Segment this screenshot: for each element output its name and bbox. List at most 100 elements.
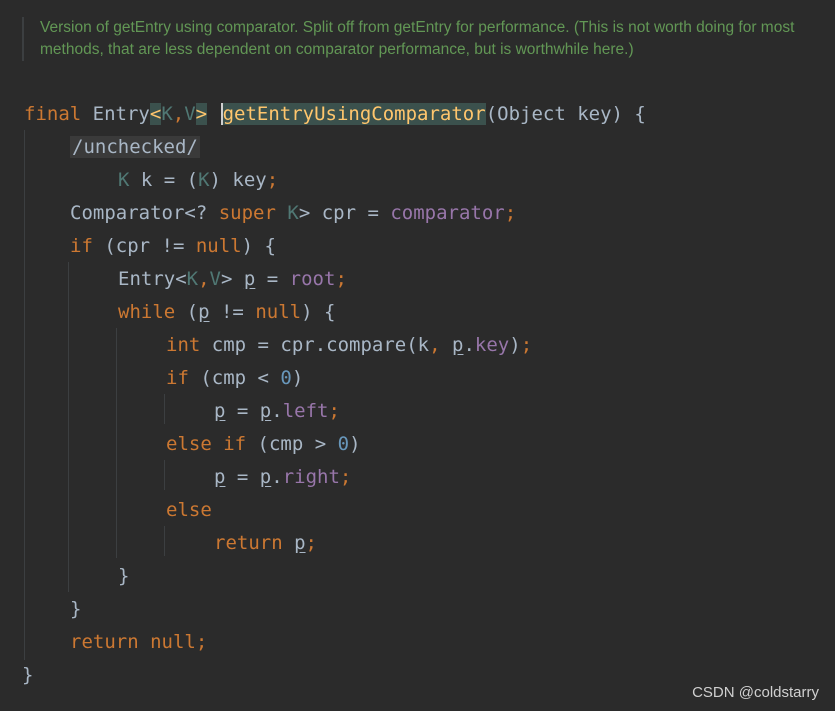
code-text: cmp = cpr.compare(k <box>200 334 430 356</box>
variable-p: p <box>259 466 272 488</box>
code-text: ) { <box>241 235 276 257</box>
variable-p: p <box>452 334 464 356</box>
keyword-if: if <box>166 367 189 389</box>
closing-brace: } <box>118 565 130 587</box>
variable-p: p <box>294 532 306 554</box>
semicolon: ; <box>339 466 352 488</box>
comma: , <box>429 334 441 356</box>
semicolon: ; <box>504 202 517 224</box>
variable-p: p <box>259 400 272 422</box>
semicolon: ; <box>266 169 279 191</box>
field-comparator: comparator <box>390 202 505 224</box>
variable-p: p <box>243 268 256 290</box>
code-line-16: } <box>70 593 81 626</box>
code-text: ) key <box>209 169 267 191</box>
code-text: = <box>225 400 260 422</box>
code-line-13: else <box>166 494 212 527</box>
type-param-k: K <box>118 169 130 191</box>
keyword-if: if <box>223 433 247 455</box>
type-param-v: V <box>209 268 221 290</box>
keyword-return: return <box>214 532 283 554</box>
semicolon: ; <box>195 631 208 653</box>
type-param-k: K <box>161 103 173 125</box>
dot: . <box>271 466 283 488</box>
field-left: left <box>282 400 329 422</box>
code-line-17: return null; <box>70 626 207 659</box>
code-text: (cmp > <box>246 433 338 455</box>
type-param-k: K <box>186 268 199 290</box>
code-line-12: p = p.right; <box>214 461 351 494</box>
code-line-4: Comparator<? super K> cpr = comparator; <box>70 197 516 230</box>
semicolon: ; <box>335 268 347 290</box>
number-zero: 0 <box>337 433 350 455</box>
code-text: = <box>255 268 290 290</box>
type-param-v: V <box>184 103 196 125</box>
code-text: ) <box>509 334 521 356</box>
code-line-9: if (cmp < 0) <box>166 362 303 395</box>
variable-p: p <box>214 400 226 422</box>
indent-guide <box>24 130 25 660</box>
keyword-null: null <box>255 301 302 323</box>
code-line-5: if (cpr != null) { <box>70 230 276 263</box>
watermark: CSDN @coldstarry <box>692 684 819 701</box>
code-line-3: K k = (K) key; <box>118 164 278 197</box>
keyword-null: null <box>195 235 242 257</box>
keyword-int: int <box>166 334 201 356</box>
field-right: right <box>282 466 340 488</box>
code-text: ) <box>349 433 361 455</box>
code-text: Comparator<? <box>70 202 219 224</box>
indent-guide <box>68 262 69 592</box>
keyword-if: if <box>70 235 93 257</box>
keyword-while: while <box>118 301 176 323</box>
variable-p: p <box>198 301 210 323</box>
code-line-18: } <box>22 659 33 692</box>
dot: . <box>463 334 475 356</box>
indent-guide <box>116 328 117 558</box>
code-line-2: /unchecked/ <box>70 131 200 164</box>
code-text: = <box>225 466 260 488</box>
code-line-6: Entry<K,V> p = root; <box>118 263 347 296</box>
number-zero: 0 <box>280 367 292 389</box>
code-text: k = ( <box>129 169 199 191</box>
keyword-else: else <box>166 499 212 521</box>
code-text: (cmp < <box>188 367 281 389</box>
javadoc-comment: Version of getEntry using comparator. Sp… <box>22 17 810 61</box>
indent-guide <box>164 460 165 490</box>
closing-brace: } <box>22 664 34 686</box>
semicolon: ; <box>520 334 533 356</box>
keyword-null: null <box>150 631 196 653</box>
code-text: Entry< <box>118 268 187 290</box>
code-line-8: int cmp = cpr.compare(k, p.key); <box>166 329 532 362</box>
bracket-close: > <box>195 103 208 125</box>
keyword-return: return <box>70 631 139 653</box>
code-line-15: } <box>118 560 129 593</box>
code-text: ( <box>175 301 199 323</box>
code-text: (cpr != <box>92 235 196 257</box>
field-root: root <box>289 268 336 290</box>
annotation-unchecked: /unchecked/ <box>70 136 200 158</box>
code-text: ) { <box>301 301 336 323</box>
closing-brace: } <box>70 598 82 620</box>
keyword-final: final <box>24 103 82 125</box>
bracket-open: < <box>149 103 162 125</box>
indent-guide <box>164 394 165 424</box>
semicolon: ; <box>305 532 317 554</box>
keyword-super: super <box>218 202 276 224</box>
method-params: (Object key) { <box>485 103 646 125</box>
variable-p: p <box>214 466 226 488</box>
method-name[interactable]: getEntryUsingComparator <box>220 103 486 125</box>
code-line-11: else if (cmp > 0) <box>166 428 361 461</box>
code-line-7: while (p != null) { <box>118 296 335 329</box>
semicolon: ; <box>328 400 340 422</box>
code-line-1: final Entry<K,V> getEntryUsingComparator… <box>24 98 646 131</box>
keyword-else: else <box>166 433 212 455</box>
code-text: ) <box>291 367 304 389</box>
code-text: > <box>221 268 244 290</box>
code-line-10: p = p.left; <box>214 395 340 428</box>
type-entry: Entry <box>92 103 150 125</box>
